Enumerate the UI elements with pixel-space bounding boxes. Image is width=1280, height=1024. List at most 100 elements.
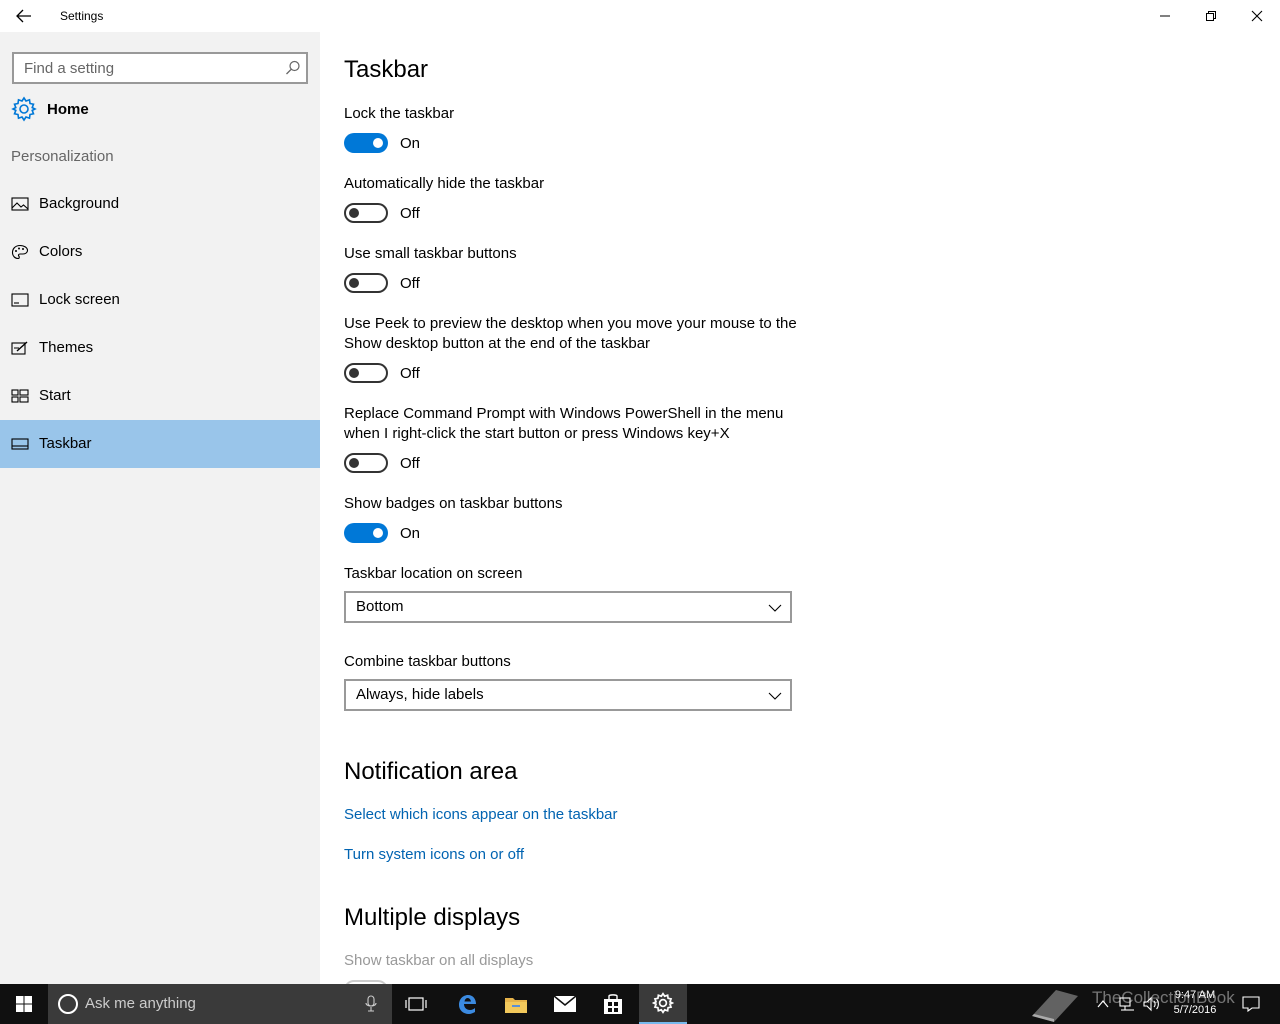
sidebar-item-lock-screen[interactable]: Lock screen bbox=[0, 276, 320, 324]
restore-button[interactable] bbox=[1188, 0, 1234, 32]
toggle-knob bbox=[373, 138, 383, 148]
dropdown-value: Bottom bbox=[356, 598, 404, 615]
toggle-knob bbox=[349, 278, 359, 288]
start-icon bbox=[11, 389, 29, 403]
content-pane: Taskbar Lock the taskbar On Automaticall… bbox=[320, 32, 1280, 984]
action-center-button[interactable] bbox=[1236, 984, 1266, 1024]
sidebar-item-background[interactable]: Background bbox=[0, 180, 320, 228]
toggle-state: Off bbox=[400, 204, 420, 222]
speaker-icon bbox=[1143, 996, 1159, 1012]
badges-toggle[interactable] bbox=[344, 523, 388, 543]
volume-button[interactable] bbox=[1140, 984, 1164, 1024]
notification-area-heading: Notification area bbox=[344, 758, 518, 785]
windows-logo-icon bbox=[16, 996, 32, 1012]
home-label: Home bbox=[47, 100, 89, 118]
sidebar: Home Personalization Background Colors L… bbox=[0, 32, 320, 984]
picture-icon bbox=[11, 197, 29, 211]
windows-taskbar: Ask me anything TheCollectionBook 9:47 A… bbox=[0, 984, 1280, 1024]
chevron-down-icon bbox=[768, 604, 782, 612]
minimize-icon bbox=[1160, 15, 1170, 17]
setting-label: Automatically hide the taskbar bbox=[344, 175, 545, 192]
settings-app-button[interactable] bbox=[639, 984, 687, 1024]
cortana-search-text: Ask me anything bbox=[85, 995, 196, 1012]
folder-icon bbox=[505, 998, 527, 1013]
close-icon bbox=[1251, 10, 1263, 22]
mail-icon bbox=[553, 995, 577, 1012]
personalization-nav: Background Colors Lock screen Themes Sta… bbox=[0, 180, 320, 468]
restore-icon bbox=[1206, 11, 1216, 21]
task-view-icon bbox=[405, 997, 427, 1011]
palette-icon bbox=[11, 244, 29, 260]
sidebar-item-taskbar[interactable]: Taskbar bbox=[0, 420, 320, 468]
toggle-knob bbox=[349, 368, 359, 378]
dropdown-value: Always, hide labels bbox=[356, 686, 484, 703]
minimize-button[interactable] bbox=[1142, 0, 1188, 32]
small-buttons-toggle[interactable] bbox=[344, 273, 388, 293]
sidebar-item-colors[interactable]: Colors bbox=[0, 228, 320, 276]
start-button[interactable] bbox=[0, 984, 48, 1024]
taskbar-icon bbox=[11, 438, 29, 450]
store-icon bbox=[604, 994, 622, 1014]
sidebar-item-label: Start bbox=[39, 387, 71, 404]
microphone-icon[interactable] bbox=[364, 995, 378, 1013]
close-button[interactable] bbox=[1234, 0, 1280, 32]
system-clock[interactable]: 9:47 AM 5/7/2016 bbox=[1168, 988, 1222, 1018]
setting-label: Lock the taskbar bbox=[344, 105, 455, 122]
badges-toggle-row: On bbox=[344, 523, 420, 543]
sidebar-item-themes[interactable]: Themes bbox=[0, 324, 320, 372]
peek-toggle-row: Off bbox=[344, 363, 420, 383]
window-title: Settings bbox=[60, 9, 104, 23]
store-button[interactable] bbox=[589, 984, 637, 1024]
multiple-displays-heading: Multiple displays bbox=[344, 904, 521, 931]
sidebar-item-label: Lock screen bbox=[39, 291, 120, 308]
search-input[interactable] bbox=[14, 54, 276, 82]
toggle-knob bbox=[349, 208, 359, 218]
powershell-toggle[interactable] bbox=[344, 453, 388, 473]
toggle-state: Off bbox=[400, 364, 420, 382]
sidebar-item-label: Background bbox=[39, 195, 120, 212]
notification-icon bbox=[1242, 996, 1260, 1012]
sidebar-item-label: Themes bbox=[39, 339, 94, 356]
toggle-knob bbox=[349, 458, 359, 468]
book-watermark-icon bbox=[1032, 990, 1078, 1022]
settings-gear-icon bbox=[652, 992, 674, 1014]
peek-toggle[interactable] bbox=[344, 363, 388, 383]
chevron-up-icon bbox=[1097, 1000, 1109, 1008]
file-explorer-button[interactable] bbox=[492, 984, 540, 1024]
system-icons-link[interactable]: Turn system icons on or off bbox=[344, 846, 524, 863]
home-nav-item[interactable]: Home bbox=[0, 92, 320, 126]
back-button[interactable] bbox=[8, 0, 40, 32]
auto-hide-toggle[interactable] bbox=[344, 203, 388, 223]
lock-taskbar-toggle-row: On bbox=[344, 133, 420, 153]
page-title: Taskbar bbox=[344, 56, 429, 83]
lock-taskbar-toggle[interactable] bbox=[344, 133, 388, 153]
setting-label: Replace Command Prompt with Windows Powe… bbox=[344, 405, 784, 442]
search-icon[interactable] bbox=[284, 59, 302, 77]
clock-time: 9:47 AM bbox=[1174, 989, 1216, 1001]
setting-label: Show badges on taskbar buttons bbox=[344, 495, 563, 512]
edge-button[interactable] bbox=[443, 984, 491, 1024]
lock-screen-icon bbox=[11, 293, 29, 307]
toggle-state: Off bbox=[400, 274, 420, 292]
chevron-down-icon bbox=[768, 692, 782, 700]
small-buttons-toggle-row: Off bbox=[344, 273, 420, 293]
combine-buttons-dropdown[interactable]: Always, hide labels bbox=[344, 679, 792, 711]
back-arrow-icon bbox=[16, 9, 31, 23]
sidebar-item-start[interactable]: Start bbox=[0, 372, 320, 420]
network-button[interactable] bbox=[1116, 984, 1138, 1024]
taskbar-location-dropdown[interactable]: Bottom bbox=[344, 591, 792, 623]
cortana-icon bbox=[58, 994, 78, 1014]
task-view-button[interactable] bbox=[392, 984, 440, 1024]
powershell-toggle-row: Off bbox=[344, 453, 420, 473]
setting-label: Taskbar location on screen bbox=[344, 565, 523, 582]
mail-button[interactable] bbox=[541, 984, 589, 1024]
show-hidden-icons-button[interactable] bbox=[1092, 984, 1114, 1024]
sidebar-item-label: Colors bbox=[39, 243, 83, 260]
search-box[interactable] bbox=[12, 52, 308, 84]
select-icons-link[interactable]: Select which icons appear on the taskbar bbox=[344, 806, 618, 823]
setting-label: Combine taskbar buttons bbox=[344, 653, 511, 670]
cortana-search-box[interactable]: Ask me anything bbox=[48, 984, 392, 1024]
toggle-state: Off bbox=[400, 454, 420, 472]
toggle-state: On bbox=[400, 524, 421, 542]
toggle-state: On bbox=[400, 134, 421, 152]
